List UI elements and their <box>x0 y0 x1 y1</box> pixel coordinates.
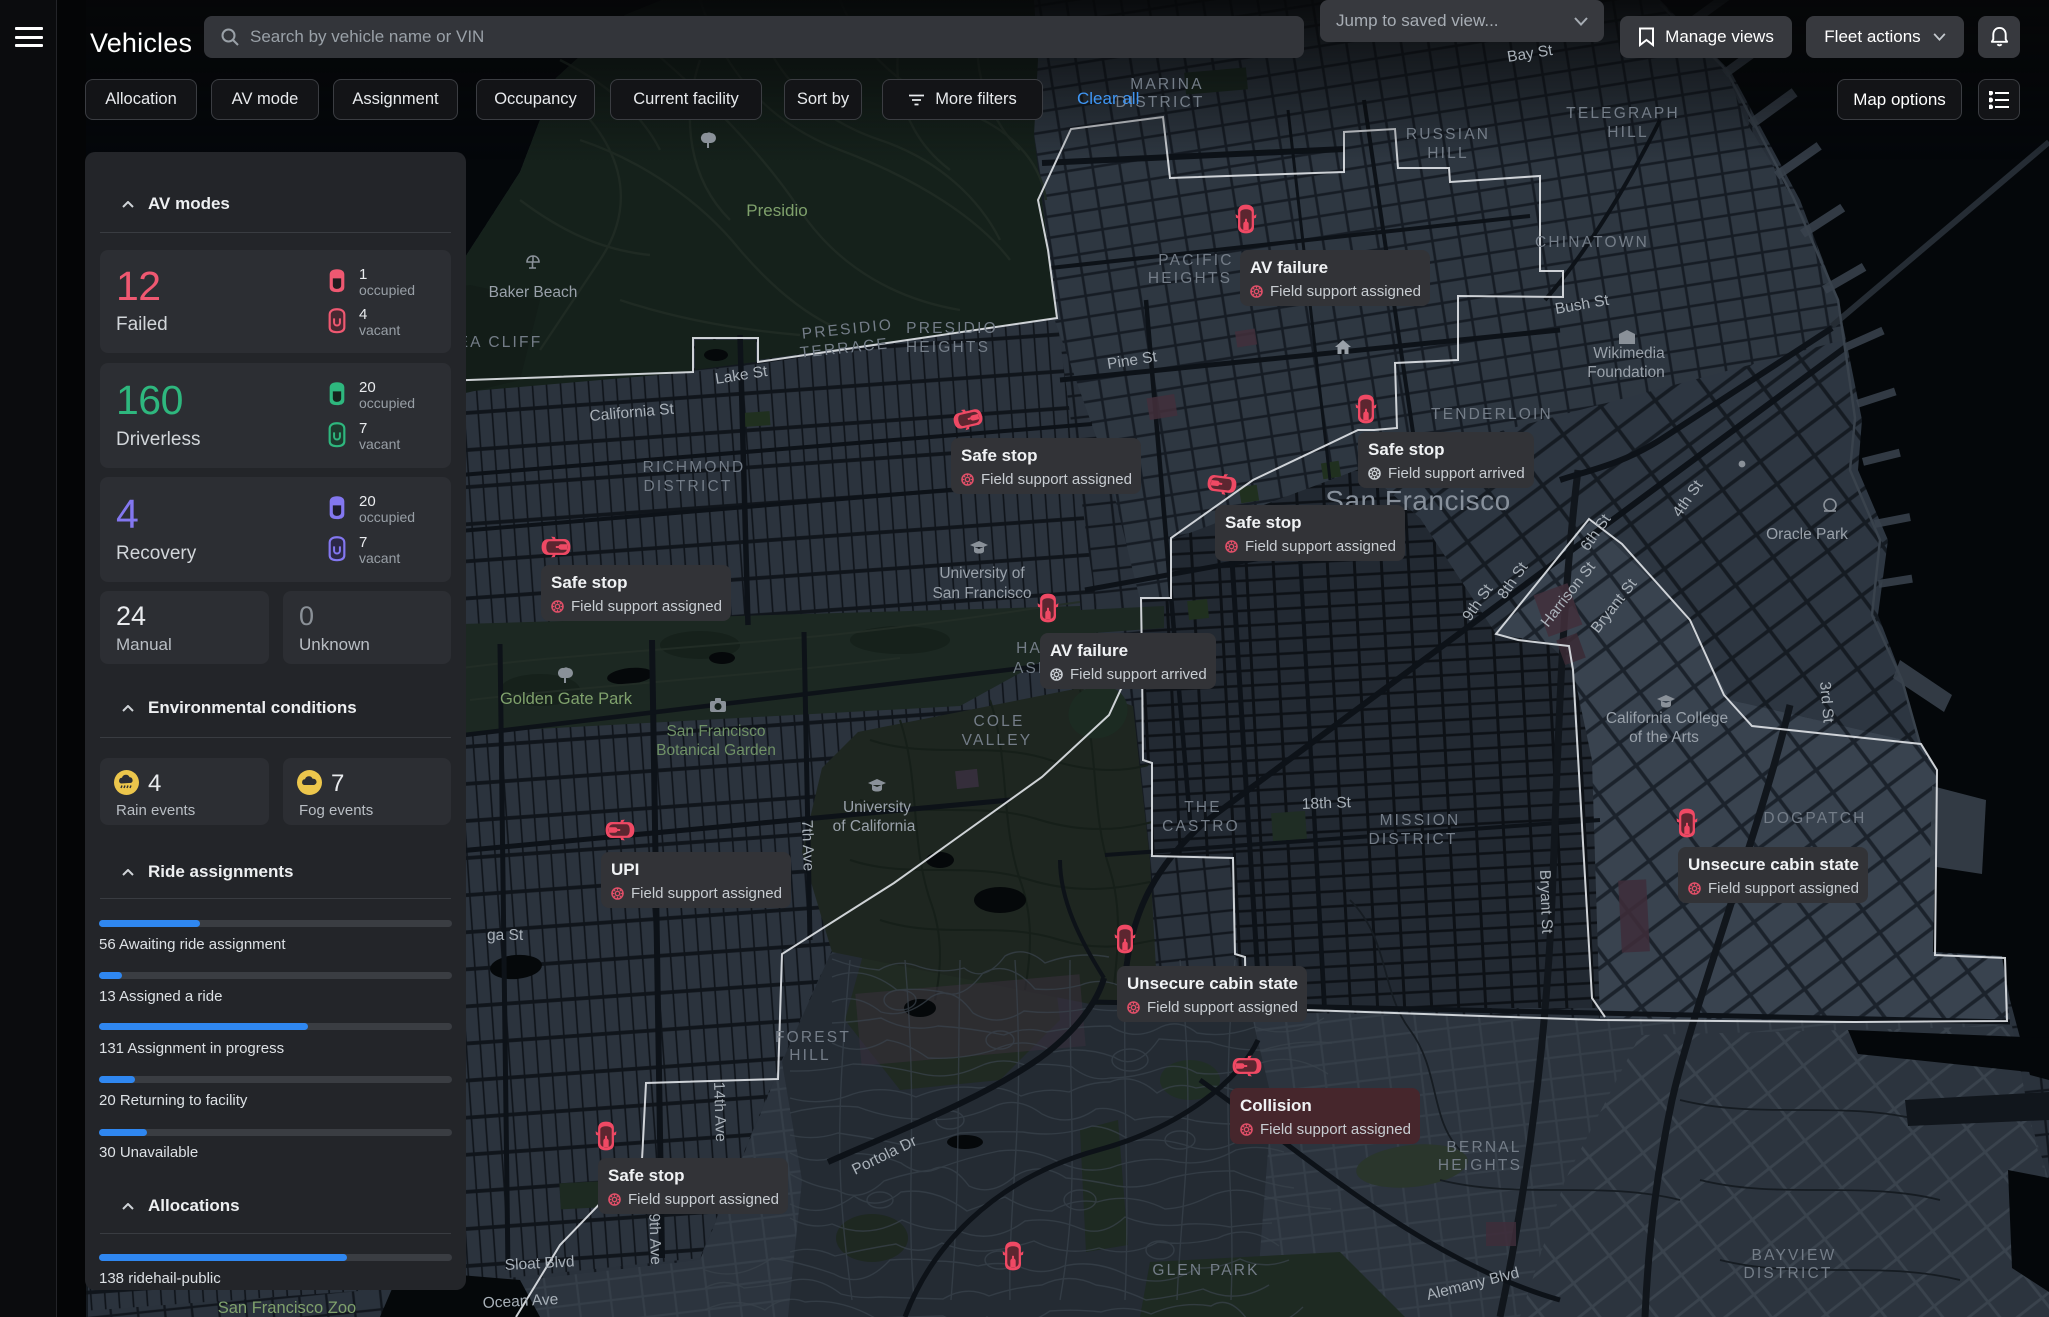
svg-text:BERNAL: BERNAL <box>1446 1139 1521 1156</box>
svg-text:VALLEY: VALLEY <box>962 732 1033 749</box>
svg-text:of the Arts: of the Arts <box>1629 729 1699 746</box>
svg-text:Wikimedia: Wikimedia <box>1593 345 1665 362</box>
svg-text:MISSION: MISSION <box>1380 812 1461 829</box>
svg-text:7th Ave: 7th Ave <box>798 820 817 872</box>
svg-text:Botanical Garden: Botanical Garden <box>656 742 776 759</box>
svg-text:HILL: HILL <box>789 1047 831 1064</box>
svg-text:CASTRO: CASTRO <box>1162 818 1240 835</box>
svg-text:RICHMOND: RICHMOND <box>643 459 746 476</box>
svg-text:HEIGHTS: HEIGHTS <box>1148 270 1232 287</box>
svg-text:EA CLIFF: EA CLIFF <box>458 334 543 351</box>
svg-text:Foundation: Foundation <box>1587 364 1665 381</box>
svg-text:COLE: COLE <box>973 713 1024 730</box>
svg-text:HILL: HILL <box>1607 124 1649 141</box>
svg-text:Presidio: Presidio <box>746 201 807 220</box>
svg-text:BAYVIEW: BAYVIEW <box>1752 1247 1837 1264</box>
svg-text:California College: California College <box>1606 710 1728 727</box>
svg-text:HILL: HILL <box>1427 145 1469 162</box>
svg-text:Bryant St: Bryant St <box>1536 870 1555 935</box>
svg-text:Baker Beach: Baker Beach <box>489 284 578 301</box>
svg-text:FOREST: FOREST <box>775 1029 851 1046</box>
svg-text:ga St: ga St <box>487 927 524 944</box>
svg-text:PACIFIC: PACIFIC <box>1158 252 1233 269</box>
svg-text:University of: University of <box>939 565 1025 582</box>
svg-text:DOGPATCH: DOGPATCH <box>1763 810 1866 827</box>
svg-text:GLEN PARK: GLEN PARK <box>1152 1262 1259 1279</box>
svg-text:14th Ave: 14th Ave <box>710 1082 729 1143</box>
svg-text:DISTRICT: DISTRICT <box>643 478 732 495</box>
svg-text:HEIGHTS: HEIGHTS <box>1438 1157 1522 1174</box>
svg-text:San Francisco: San Francisco <box>932 585 1031 602</box>
svg-text:San Francisco Zoo: San Francisco Zoo <box>218 1299 356 1317</box>
svg-text:DISTRICT: DISTRICT <box>1368 831 1457 848</box>
svg-text:18th St: 18th St <box>1302 794 1352 813</box>
svg-text:THE: THE <box>1184 799 1222 816</box>
svg-text:CHINATOWN: CHINATOWN <box>1535 234 1649 251</box>
svg-text:of California: of California <box>833 818 916 835</box>
svg-text:TELEGRAPH: TELEGRAPH <box>1566 105 1680 122</box>
svg-text:MARINA: MARINA <box>1130 76 1203 93</box>
svg-text:HEIGHTS: HEIGHTS <box>906 339 990 356</box>
svg-text:University: University <box>843 799 911 816</box>
svg-text:RUSSIAN: RUSSIAN <box>1406 126 1490 143</box>
svg-text:TENDERLOIN: TENDERLOIN <box>1431 406 1553 423</box>
svg-text:DISTRICT: DISTRICT <box>1743 1265 1832 1282</box>
svg-text:Golden Gate Park: Golden Gate Park <box>500 690 633 708</box>
svg-text:Oracle Park: Oracle Park <box>1766 526 1848 543</box>
svg-text:PRESIDIO: PRESIDIO <box>906 320 998 337</box>
svg-text:San Francisco: San Francisco <box>666 723 765 740</box>
